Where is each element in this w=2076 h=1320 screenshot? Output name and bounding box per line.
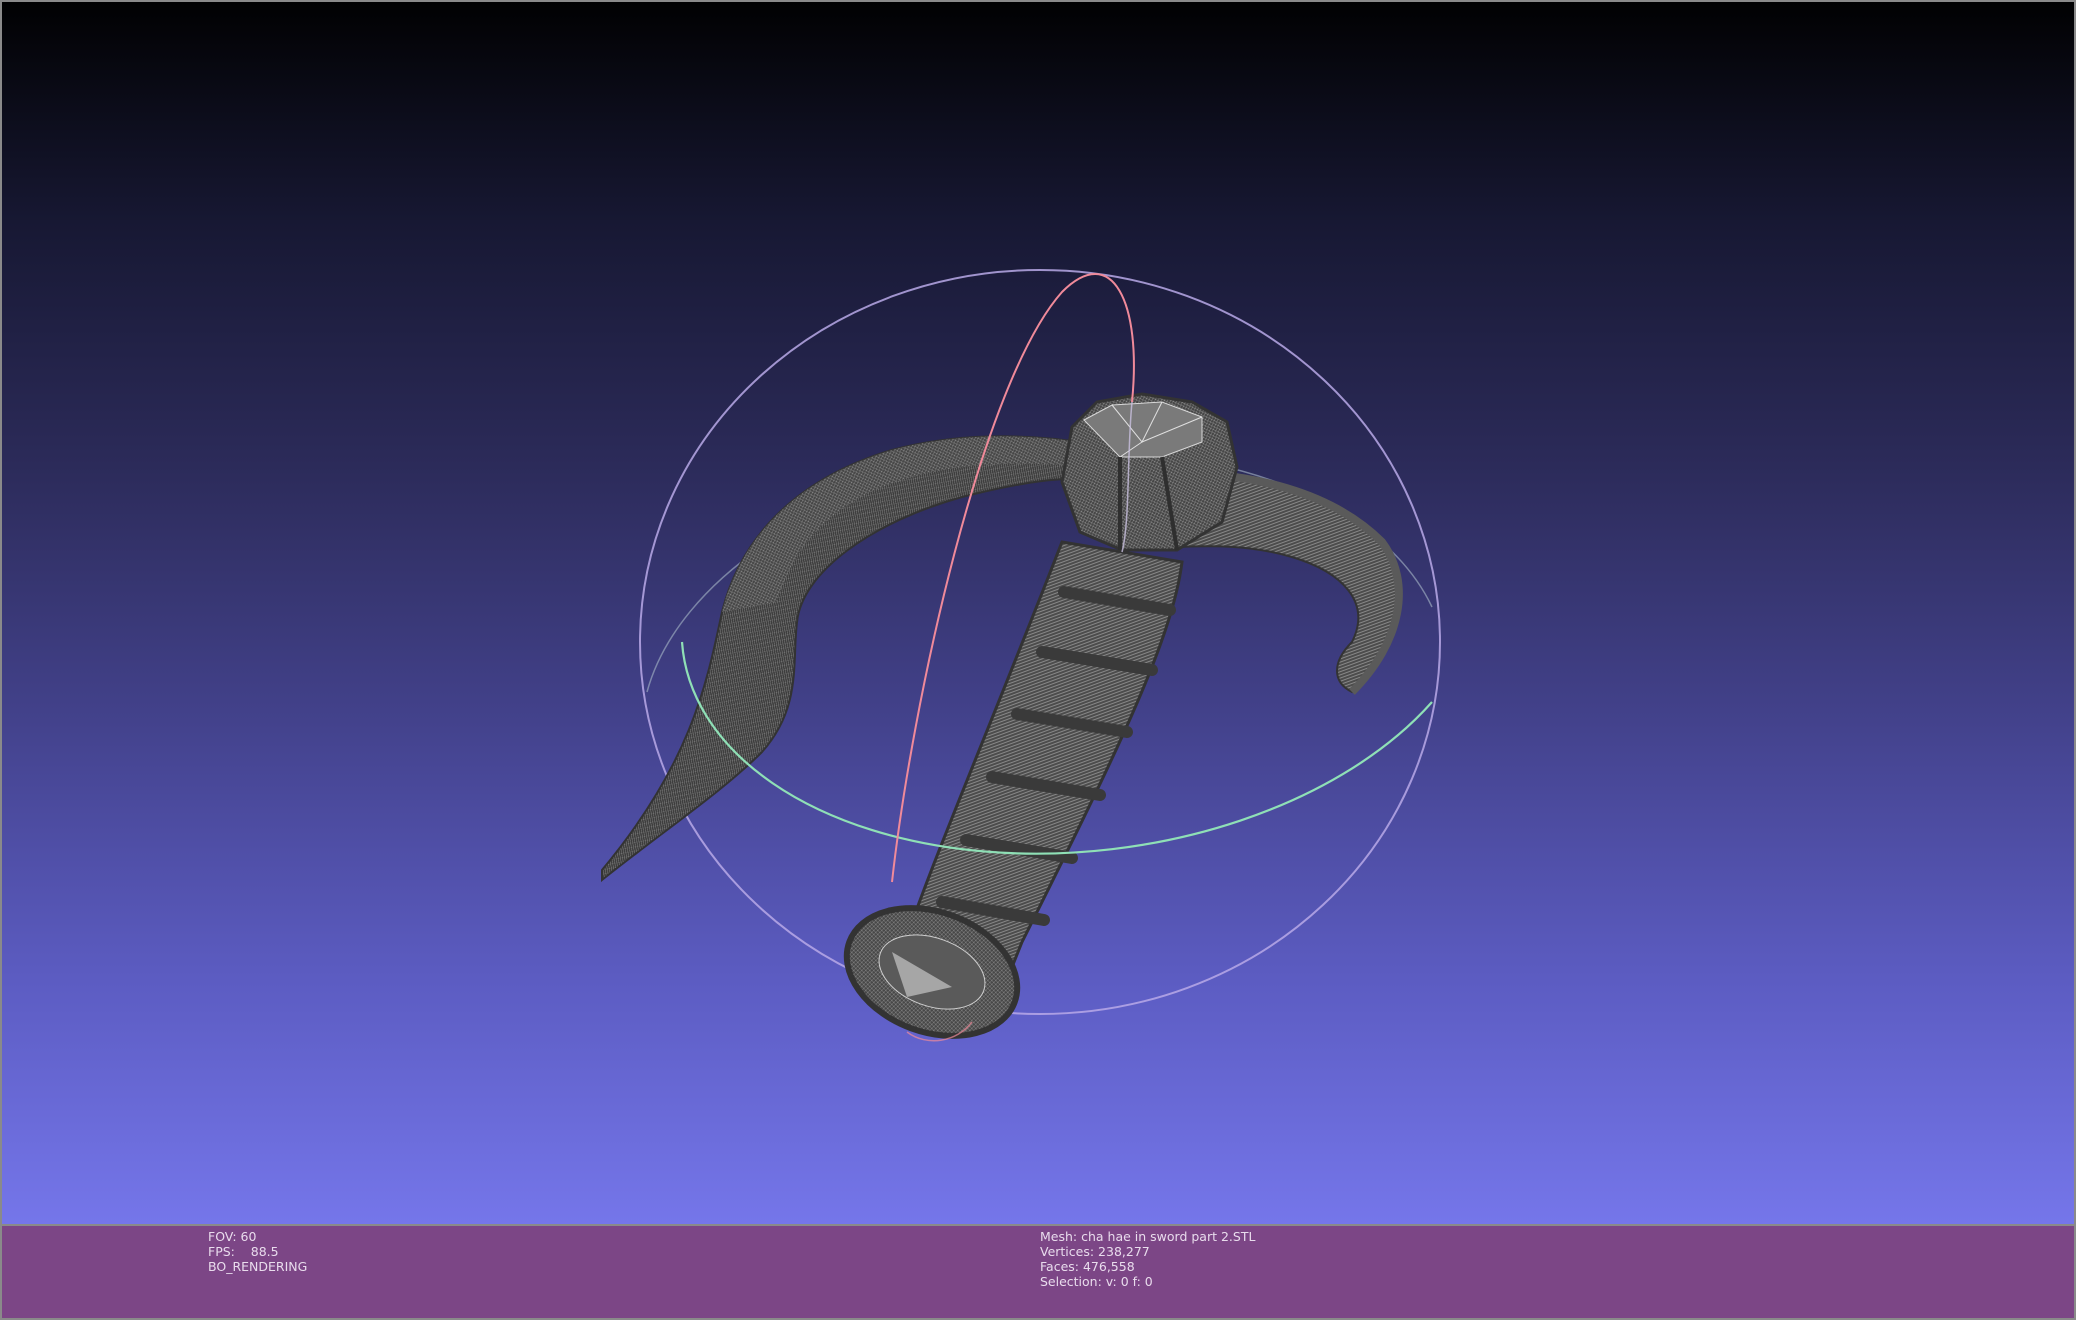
mesh-name-readout: Mesh: cha hae in sword part 2.STL — [1040, 1229, 1256, 1244]
scene-canvas[interactable] — [2, 2, 2076, 1226]
3d-viewport[interactable] — [0, 0, 2076, 1226]
render-mode-readout: BO_RENDERING — [208, 1259, 308, 1274]
render-info-panel: FOV: 60 FPS: 88.5 BO_RENDERING — [208, 1229, 307, 1274]
meshlab-window: FOV: 60 FPS: 88.5 BO_RENDERING Mesh: cha… — [0, 0, 2076, 1320]
vertices-readout: Vertices: 238,277 — [1040, 1244, 1150, 1259]
blade-top-surface — [722, 436, 1092, 612]
selection-readout: Selection: v: 0 f: 0 — [1040, 1274, 1153, 1289]
fps-readout: FPS: 88.5 — [208, 1244, 279, 1259]
fov-readout: FOV: 60 — [208, 1229, 257, 1244]
mesh-info-panel: Mesh: cha hae in sword part 2.STL Vertic… — [1040, 1229, 1255, 1289]
status-info-bar: FOV: 60 FPS: 88.5 BO_RENDERING Mesh: cha… — [0, 1226, 2076, 1320]
faces-readout: Faces: 476,558 — [1040, 1259, 1135, 1274]
